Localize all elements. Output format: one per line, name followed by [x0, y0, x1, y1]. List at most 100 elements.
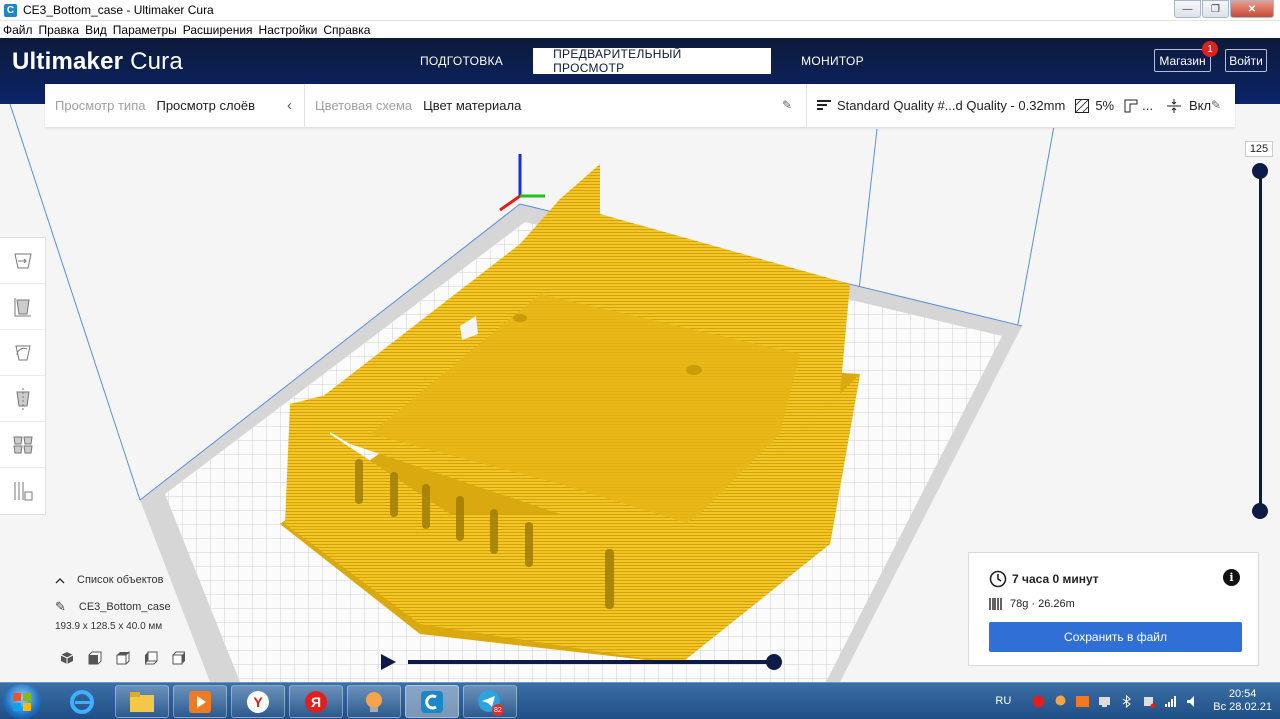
support-icon [1124, 99, 1138, 112]
view-options-panel: Просмотр типа Просмотр слоёв ‹ Цветовая … [45, 84, 1235, 128]
window-controls: — ❐ ✕ [1173, 0, 1274, 18]
yandex-icon: Я [305, 690, 327, 713]
svg-text:Y: Y [253, 694, 263, 710]
taskbar-telegram[interactable]: 82 [463, 685, 517, 718]
infill-icon [1075, 98, 1090, 113]
sliced-model[interactable] [280, 164, 860, 664]
menu-help[interactable]: Справка [323, 23, 370, 37]
menu-file[interactable]: Файл [3, 23, 33, 37]
object-list: Список объектов ✎ CE3_Bottom_case 193.9 … [55, 572, 255, 632]
print-time: 7 часа 0 минут [989, 570, 1099, 588]
menu-bar: Файл Правка Вид Параметры Расширения Нас… [0, 21, 1280, 38]
save-to-file-button[interactable]: Сохранить в файл [989, 622, 1242, 652]
move-tool[interactable] [0, 238, 45, 284]
simulation-slider-handle[interactable] [766, 654, 782, 670]
network-tray-icon[interactable] [1098, 695, 1111, 708]
telegram-badge: 82 [494, 707, 502, 714]
yandex-disk-tray-icon[interactable] [1032, 695, 1045, 708]
support-blocker-icon [14, 482, 32, 501]
taskbar-yandex-browser[interactable]: Y [231, 685, 285, 718]
profile-bars-icon [817, 99, 831, 110]
support-blocker-tool[interactable] [0, 468, 45, 514]
object-name: CE3_Bottom_case [78, 601, 171, 613]
svg-text:Я: Я [311, 694, 321, 710]
menu-settings[interactable]: Параметры [113, 23, 177, 37]
menu-extensions[interactable]: Расширения [183, 23, 253, 37]
window-title: CE3_Bottom_case - Ultimaker Cura [23, 3, 214, 17]
tab-monitor[interactable]: МОНИТОР [781, 48, 884, 74]
layer-slider-lower-handle[interactable] [1252, 503, 1268, 519]
left-view-icon[interactable] [144, 651, 158, 665]
layer-slider-track[interactable] [1259, 170, 1262, 512]
rotate-icon [14, 345, 31, 360]
per-model-settings-icon [12, 436, 33, 453]
lightbulb-tray-icon[interactable] [1054, 695, 1067, 708]
color-scheme-value: Цвет материала [423, 98, 522, 113]
taskbar-explorer[interactable] [115, 685, 169, 718]
marketplace-badge: 1 [1202, 41, 1218, 57]
layer-slider-upper-handle[interactable] [1252, 163, 1268, 179]
play-button[interactable] [381, 654, 396, 670]
media-tray-icon[interactable] [1076, 695, 1090, 708]
close-button[interactable]: ✕ [1230, 0, 1274, 18]
color-scheme-label: Цветовая схема [315, 98, 413, 113]
marketplace-button[interactable]: Магазин 1 [1154, 41, 1218, 72]
info-icon[interactable]: i [1223, 569, 1240, 586]
chevron-up-icon [55, 577, 65, 583]
print-settings-summary[interactable]: Standard Quality #...d Quality - 0.32mm … [807, 84, 1235, 127]
bluetooth-tray-icon[interactable] [1120, 694, 1133, 708]
move-icon [13, 253, 32, 268]
mirror-tool[interactable] [0, 376, 45, 422]
view-type-selector[interactable]: Просмотр типа Просмотр слоёв ‹ [45, 84, 305, 127]
view-type-value: Просмотр слоёв [156, 98, 256, 113]
clock-date: Вс 28.02.21 [1213, 701, 1272, 713]
pencil-icon[interactable]: ✎ [1211, 98, 1223, 112]
taskbar-cura[interactable] [405, 685, 459, 718]
cura-window: C CE3_Bottom_case - Ultimaker Cura — ❐ ✕… [0, 0, 1280, 719]
infill-value: 5% [1095, 98, 1115, 113]
scale-icon [14, 297, 31, 316]
system-clock[interactable]: 20:54 Вс 28.02.21 [1213, 688, 1272, 714]
internet-explorer-icon [70, 689, 94, 714]
marketplace-label: Магазин [1159, 53, 1206, 68]
volume-tray-icon[interactable] [1186, 695, 1199, 708]
scale-tool[interactable] [0, 284, 45, 330]
front-view-icon[interactable] [88, 651, 102, 665]
windows-logo-icon [13, 692, 31, 711]
taskbar-lamp-app[interactable] [347, 685, 401, 718]
pencil-icon: ✎ [55, 599, 66, 614]
object-list-toggle[interactable]: Список объектов [55, 572, 255, 588]
simulation-slider-track[interactable] [408, 660, 774, 664]
tab-prepare[interactable]: ПОДГОТОВКА [400, 48, 523, 74]
cura-app-icon: C [4, 3, 17, 17]
taskbar-ie[interactable] [55, 685, 109, 718]
3d-view-icon[interactable] [60, 651, 74, 665]
tab-preview[interactable]: ПРЕДВАРИТЕЛЬНЫЙ ПРОСМОТР [533, 47, 772, 75]
menu-view[interactable]: Вид [85, 23, 107, 37]
layer-number[interactable]: 125 [1245, 141, 1273, 157]
chevron-left-icon[interactable]: ‹ [287, 97, 292, 114]
color-scheme-selector[interactable]: Цветовая схема Цвет материала ✎ [305, 84, 807, 127]
media-player-icon [189, 690, 211, 713]
login-button[interactable]: Войти [1225, 49, 1267, 72]
input-language[interactable]: RU [995, 695, 1011, 707]
rotate-tool[interactable] [0, 330, 45, 376]
taskbar-media-player[interactable] [173, 685, 227, 718]
clock-time: 20:54 [1228, 688, 1257, 700]
maximize-button[interactable]: ❐ [1202, 0, 1229, 18]
object-name-row[interactable]: ✎ CE3_Bottom_case [55, 598, 255, 616]
adhesion-icon [1166, 98, 1181, 113]
per-model-settings-tool[interactable] [0, 422, 45, 468]
right-view-icon[interactable] [172, 651, 186, 665]
signal-tray-icon[interactable] [1164, 695, 1177, 708]
start-button[interactable] [3, 684, 41, 719]
menu-edit[interactable]: Правка [39, 23, 80, 37]
clock-icon [989, 570, 1007, 588]
menu-preferences[interactable]: Настройки [259, 23, 318, 37]
pencil-icon[interactable]: ✎ [782, 98, 794, 112]
support-value: ... [1142, 98, 1153, 113]
power-tray-icon[interactable] [1142, 695, 1156, 708]
top-view-icon[interactable] [116, 651, 130, 665]
minimize-button[interactable]: — [1174, 0, 1201, 18]
taskbar-yandex[interactable]: Я [289, 685, 343, 718]
